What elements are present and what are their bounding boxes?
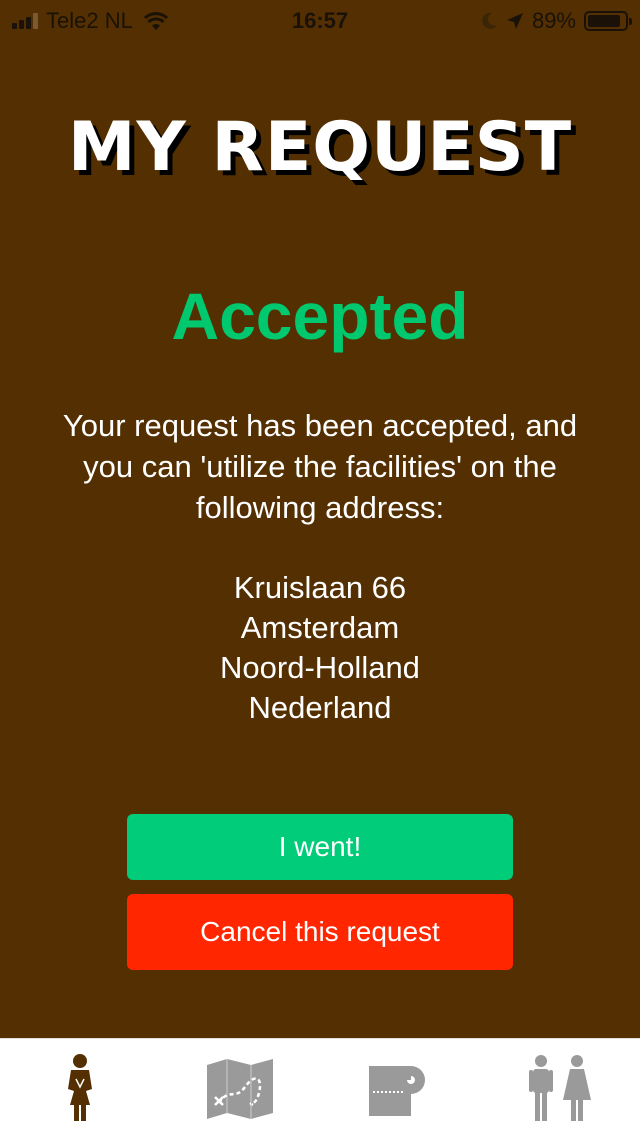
moon-icon: [482, 12, 497, 29]
address-block: Kruislaan 66 Amsterdam Noord-Holland Ned…: [0, 568, 640, 728]
cancel-request-button[interactable]: Cancel this request: [127, 894, 513, 970]
address-province: Noord-Holland: [220, 650, 420, 685]
tab-community[interactable]: [480, 1047, 640, 1131]
location-arrow-icon: [506, 13, 523, 29]
tab-toilets[interactable]: [320, 1047, 480, 1131]
tab-bar: [0, 1038, 640, 1136]
waiting-person-icon: [68, 1054, 92, 1121]
address-street: Kruislaan 66: [233, 570, 407, 605]
address-country: Nederland: [248, 690, 392, 725]
status-message: Your request has been accepted, and you …: [62, 408, 578, 525]
treasure-map-icon: [207, 1059, 273, 1119]
restroom-people-icon: [529, 1055, 591, 1121]
battery-percent: 89%: [531, 8, 576, 33]
status-bar: Tele2 NL 16:57 89%: [0, 0, 640, 40]
i-went-button[interactable]: I went!: [127, 814, 513, 880]
main-content: Tele2 NL 16:57 89% MY REQUEST Accepted Y…: [0, 0, 640, 1038]
battery-icon: [584, 11, 632, 31]
toilet-paper-icon: [369, 1066, 425, 1116]
page-title: MY REQUEST: [67, 108, 573, 187]
address-city: Amsterdam: [240, 610, 400, 645]
tab-my-request[interactable]: [0, 1047, 160, 1131]
request-status: Accepted: [171, 279, 469, 353]
status-bar-right: 89%: [482, 8, 632, 34]
battery-fill: [588, 15, 621, 27]
tab-map[interactable]: [160, 1047, 320, 1131]
screen: Tele2 NL 16:57 89% MY REQUEST Accepted Y…: [0, 0, 640, 1136]
